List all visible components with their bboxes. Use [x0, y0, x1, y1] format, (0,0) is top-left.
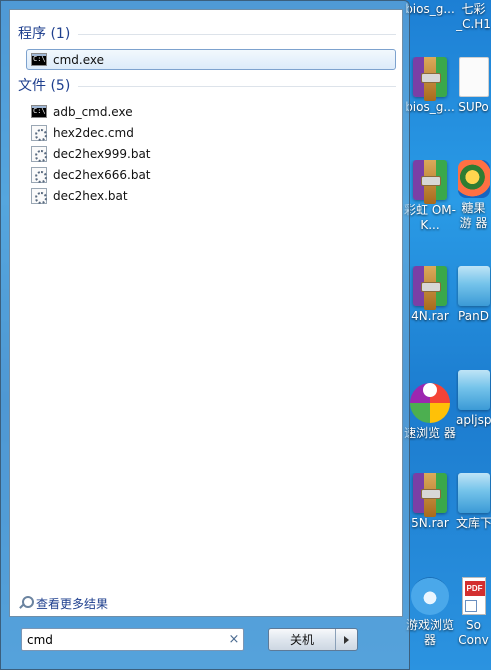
result-item-dec2hex[interactable]: dec2hex.bat	[26, 185, 396, 206]
rar-archive-icon	[413, 473, 447, 517]
cmd-icon	[31, 53, 47, 66]
folder-icon	[457, 370, 490, 410]
search-box[interactable]: ×	[21, 628, 244, 651]
result-item-dec2hex666[interactable]: dec2hex666.bat	[26, 164, 396, 185]
browser-icon	[410, 383, 450, 423]
result-item-adb-cmd[interactable]: adb_cmd.exe	[26, 101, 396, 122]
cmd-icon	[31, 105, 47, 118]
result-item-dec2hex999[interactable]: dec2hex999.bat	[26, 143, 396, 164]
group-header-label: 程序 (1)	[18, 26, 71, 42]
folder-icon	[457, 266, 490, 306]
rar-archive-icon	[413, 266, 447, 310]
desktop-icon-label: apljsp	[456, 413, 491, 427]
search-results-pane: 程序 (1) cmd.exe 文件 (5) adb_cmd.exe hex2de…	[9, 9, 403, 617]
result-label: dec2hex999.bat	[53, 146, 151, 161]
group-header-files[interactable]: 文件 (5)	[18, 76, 396, 96]
desktop-icon-label: 糖果游 器	[459, 201, 488, 230]
candy-browser-icon	[457, 160, 490, 198]
see-more-results-link[interactable]: 查看更多结果	[18, 593, 108, 613]
desktop-icon-supo[interactable]: SUPo	[456, 57, 491, 115]
desktop-icon-label: 文库下	[456, 516, 491, 530]
desktop-icon-pand[interactable]: PanD	[456, 266, 491, 324]
batch-gear-icon	[31, 187, 47, 204]
desktop-icon-pdf-converter[interactable]: So Conv	[456, 577, 491, 648]
desktop-icon-doc-1[interactable]: 七彩 _C.H1	[456, 2, 491, 32]
search-input[interactable]	[22, 629, 225, 650]
see-more-results-label: 查看更多结果	[36, 596, 109, 611]
desktop-icon-candy[interactable]: 糖果游 器	[456, 160, 491, 231]
group-header-programs[interactable]: 程序 (1)	[18, 24, 396, 44]
desktop-icon-wenku[interactable]: 文库下	[456, 473, 491, 531]
desktop-icon-label: PanD	[458, 309, 489, 323]
result-label: dec2hex666.bat	[53, 167, 151, 182]
batch-gear-icon	[31, 145, 47, 162]
rar-archive-icon	[413, 57, 447, 101]
rar-archive-icon	[413, 160, 447, 204]
chevron-right-icon	[344, 635, 349, 644]
desktop-icon-label: SUPo	[458, 100, 489, 114]
result-item-hex2dec[interactable]: hex2dec.cmd	[26, 122, 396, 143]
result-label: hex2dec.cmd	[53, 125, 134, 140]
clear-search-icon[interactable]: ×	[225, 632, 243, 647]
batch-gear-icon	[31, 124, 47, 141]
result-label: adb_cmd.exe	[53, 104, 133, 119]
divider	[78, 85, 396, 87]
start-menu: 程序 (1) cmd.exe 文件 (5) adb_cmd.exe hex2de…	[0, 0, 410, 670]
desktop-icon-label: So Conv	[458, 618, 489, 647]
divider	[78, 33, 396, 35]
desktop-icon-label: 七彩 _C.H1	[456, 2, 491, 31]
document-icon	[458, 57, 489, 97]
pdf-shortcut-icon	[461, 577, 486, 615]
desktop-icon-apljsp[interactable]: apljsp	[456, 370, 491, 428]
shutdown-options-button[interactable]	[335, 629, 357, 650]
result-label: cmd.exe	[53, 52, 105, 67]
game-browser-icon	[411, 577, 449, 615]
result-item-cmd-exe[interactable]: cmd.exe	[26, 49, 396, 70]
batch-gear-icon	[31, 166, 47, 183]
folder-icon	[457, 473, 490, 513]
search-icon	[18, 596, 34, 610]
group-header-label: 文件 (5)	[18, 78, 71, 94]
shutdown-button[interactable]: 关机	[269, 629, 335, 650]
shutdown-control: 关机	[268, 628, 358, 651]
result-label: dec2hex.bat	[53, 188, 128, 203]
